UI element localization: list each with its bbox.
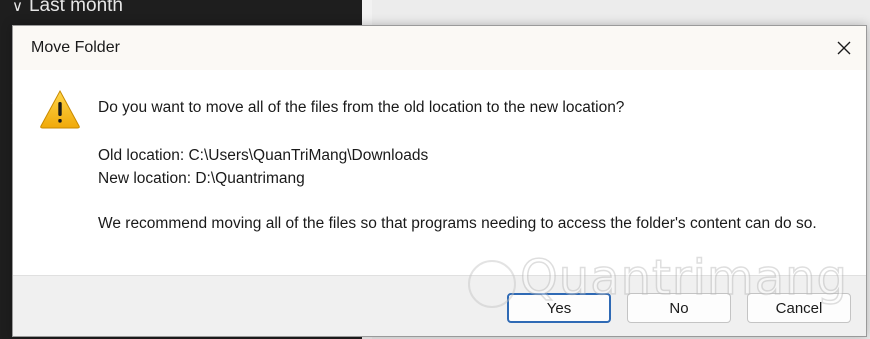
move-question-text: Do you want to move all of the files fro…	[98, 99, 625, 116]
sidebar-group-last-month[interactable]: ∨ Last month	[12, 0, 123, 17]
dialog-titlebar: Move Folder	[13, 26, 866, 70]
cancel-button[interactable]: Cancel	[747, 293, 851, 323]
yes-button[interactable]: Yes	[507, 293, 611, 323]
warning-icon	[40, 89, 80, 129]
chevron-down-icon: ∨	[12, 0, 23, 15]
dialog-title: Move Folder	[31, 39, 120, 56]
new-location-text: New location: D:\Quantrimang	[98, 170, 305, 187]
close-button[interactable]	[822, 26, 866, 70]
close-icon	[837, 41, 851, 55]
old-location-text: Old location: C:\Users\QuanTriMang\Downl…	[98, 147, 429, 164]
sidebar-group-label: Last month	[28, 0, 123, 16]
dialog-button-bar: Yes No Cancel	[13, 275, 866, 336]
no-button[interactable]: No	[627, 293, 731, 323]
move-folder-dialog: Move Folder Do you want to move all of t…	[12, 25, 867, 337]
recommendation-text: We recommend moving all of the files so …	[98, 215, 817, 232]
